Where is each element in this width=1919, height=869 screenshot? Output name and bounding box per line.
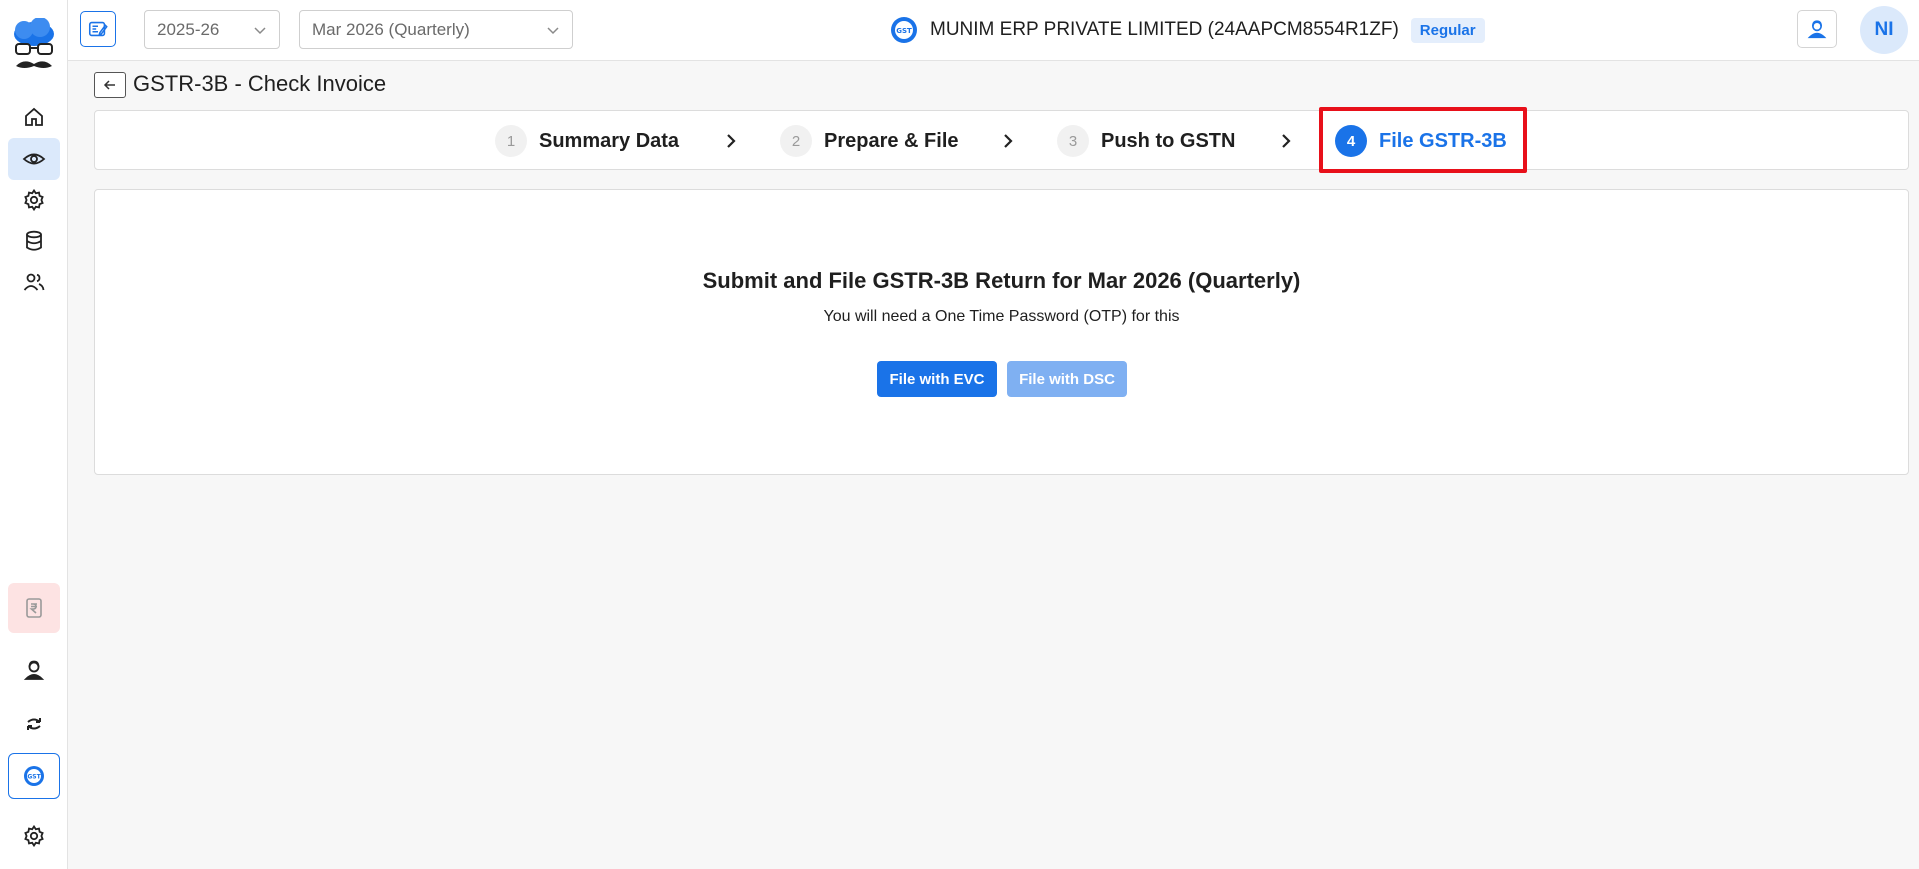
sidebar-item-settings-bottom[interactable] bbox=[8, 815, 60, 857]
file-return-panel: Submit and File GSTR-3B Return for Mar 2… bbox=[94, 189, 1909, 475]
rupee-icon bbox=[26, 598, 42, 618]
arrow-left-icon bbox=[103, 80, 115, 90]
app-logo[interactable] bbox=[10, 17, 58, 76]
sidebar-item-view[interactable] bbox=[8, 138, 60, 180]
panel-subtext: You will need a One Time Password (OTP) … bbox=[823, 308, 1180, 325]
filing-stepper: 1 Summary Data 2 Prepare & File 3 Push t… bbox=[94, 110, 1909, 170]
sidebar-item-database[interactable] bbox=[8, 220, 60, 262]
edit-note-icon bbox=[88, 21, 108, 37]
step-summary-data[interactable]: 1 Summary Data bbox=[495, 125, 679, 157]
sidebar: GST bbox=[0, 0, 68, 869]
step-prepare-file[interactable]: 2 Prepare & File bbox=[780, 125, 959, 157]
step-file-gstr-3b[interactable]: 4 File GSTR-3B bbox=[1335, 125, 1507, 157]
gst-logo-icon: GST bbox=[891, 17, 917, 43]
sidebar-item-support[interactable] bbox=[8, 649, 60, 691]
sidebar-item-sync[interactable] bbox=[8, 703, 60, 745]
step-number: 4 bbox=[1335, 125, 1367, 157]
eye-icon bbox=[22, 153, 46, 165]
step-label: Prepare & File bbox=[824, 129, 959, 152]
svg-text:GST: GST bbox=[896, 27, 912, 35]
financial-year-value: 2025-26 bbox=[157, 19, 220, 39]
financial-year-select[interactable]: 2025-26 bbox=[144, 10, 280, 49]
user-avatar[interactable]: NI bbox=[1860, 6, 1908, 54]
sidebar-item-gst[interactable]: GST bbox=[8, 753, 60, 799]
sidebar-item-payment[interactable] bbox=[8, 583, 60, 633]
step-number: 3 bbox=[1057, 125, 1089, 157]
step-push-to-gstn[interactable]: 3 Push to GSTN bbox=[1057, 125, 1235, 157]
sidebar-item-home[interactable] bbox=[8, 96, 60, 138]
page-title: GSTR-3B - Check Invoice bbox=[133, 71, 387, 96]
svg-text:GST: GST bbox=[27, 774, 41, 781]
back-button[interactable] bbox=[94, 72, 126, 98]
chevron-right-icon bbox=[1282, 134, 1291, 148]
period-value: Mar 2026 (Quarterly) bbox=[312, 19, 470, 39]
step-number: 1 bbox=[495, 125, 527, 157]
chevron-right-icon bbox=[1004, 134, 1013, 148]
step-label: Push to GSTN bbox=[1101, 129, 1236, 152]
company-name: MUNIM ERP PRIVATE LIMITED (24AAPCM8554R1… bbox=[930, 19, 1399, 40]
period-select[interactable]: Mar 2026 (Quarterly) bbox=[299, 10, 573, 49]
home-icon bbox=[25, 107, 43, 126]
file-with-dsc-button[interactable]: File with DSC bbox=[1007, 361, 1127, 397]
chevron-down-icon bbox=[547, 26, 559, 34]
step-label: File GSTR-3B bbox=[1379, 129, 1507, 152]
edit-note-button[interactable] bbox=[80, 11, 116, 47]
gear-icon bbox=[24, 824, 44, 848]
file-with-evc-button[interactable]: File with EVC bbox=[877, 361, 997, 397]
chevron-down-icon bbox=[254, 26, 266, 34]
panel-heading: Submit and File GSTR-3B Return for Mar 2… bbox=[702, 268, 1301, 293]
company-info: GST MUNIM ERP PRIVATE LIMITED (24AAPCM85… bbox=[890, 14, 1485, 46]
sidebar-item-settings[interactable] bbox=[8, 179, 60, 221]
agent-icon bbox=[23, 660, 45, 680]
topbar: 2025-26 Mar 2026 (Quarterly) GST MUNIM E… bbox=[68, 0, 1919, 61]
support-button[interactable] bbox=[1797, 10, 1837, 48]
step-label: Summary Data bbox=[539, 129, 680, 152]
step-number: 2 bbox=[780, 125, 812, 157]
sync-icon bbox=[27, 718, 41, 730]
sidebar-item-users[interactable] bbox=[8, 261, 60, 303]
registration-type-badge: Regular bbox=[1410, 17, 1485, 43]
database-icon bbox=[26, 230, 42, 251]
chevron-right-icon bbox=[727, 134, 736, 148]
agent-icon bbox=[1807, 20, 1827, 39]
gst-icon: GST bbox=[24, 766, 44, 786]
users-icon bbox=[23, 273, 45, 291]
gear-icon bbox=[24, 188, 44, 212]
